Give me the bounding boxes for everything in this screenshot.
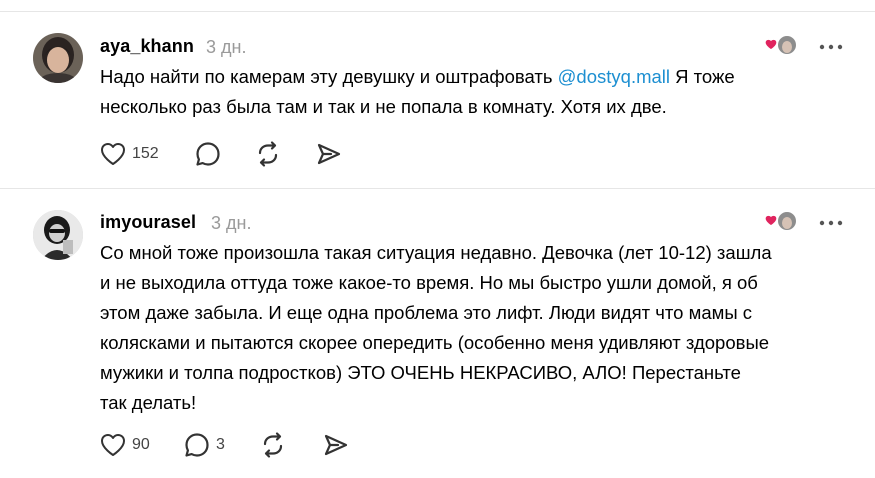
repost-button[interactable] [254,139,282,169]
username[interactable]: aya_khann [100,36,194,57]
more-options-button[interactable] [818,39,846,50]
send-paper-plane-icon [317,143,341,165]
reactors-stack[interactable] [764,33,798,57]
send-paper-plane-icon [324,434,348,456]
post-imyourasel: imyourasel 3 дн. Со мной тоже произошла … [0,188,875,478]
text-line: мужики и толпа подростков) ЭТО ОЧЕНЬ НЕК… [100,362,741,383]
heart-outline-icon [101,434,125,456]
mention-link[interactable]: @dostyq.mall [558,66,670,87]
reply-button[interactable] [194,139,222,169]
reply-button[interactable]: 3 [183,430,225,460]
text-segment: Я тоже [670,66,735,87]
action-bar: 152 [99,139,359,169]
action-bar: 90 3 [99,430,359,460]
repost-arrows-icon [263,432,283,458]
repost-button[interactable] [259,430,287,460]
timestamp: 3 дн. [211,213,252,233]
username[interactable]: imyourasel [100,212,196,233]
text-line: так делать! [100,392,197,413]
heart-filled-icon [765,215,777,225]
like-count: 152 [132,145,159,162]
reactors-stack[interactable] [764,209,798,233]
post-text: Со мной тоже произошла такая ситуация не… [100,238,850,418]
more-options-button[interactable] [818,215,846,226]
share-button[interactable] [322,430,350,460]
text-line: колясками и пытаются скорее опередить (о… [100,332,770,353]
avatar[interactable] [33,210,83,260]
text-segment: Надо найти по камерам эту девушку и оштр… [100,66,558,87]
reply-count: 3 [216,436,225,453]
like-button[interactable]: 90 [99,430,150,460]
text-line: Надо найти по камерам эту девушку и оштр… [100,62,850,92]
text-line: несколько раз была там и так и не попала… [100,96,667,117]
three-dots-icon [819,44,843,50]
like-count: 90 [132,436,150,453]
heart-filled-icon [765,39,777,49]
avatar[interactable] [33,33,83,83]
post-aya-khann: aya_khann 3 дн. Надо найти по камерам эт… [0,0,875,188]
avatar-image [33,210,83,260]
share-button[interactable] [315,139,343,169]
speech-bubble-icon [196,142,220,166]
three-dots-icon [819,220,843,226]
timestamp: 3 дн. [206,37,247,57]
heart-outline-icon [101,143,125,165]
text-line: этом даже забыла. И еще одна проблема эт… [100,302,753,323]
text-line: и не выходила оттуда тоже какое-то время… [100,272,758,293]
speech-bubble-icon [185,433,209,457]
like-button[interactable]: 152 [99,139,159,169]
avatar-image [33,33,83,83]
text-line: Со мной тоже произошла такая ситуация не… [100,242,772,263]
post-text: Надо найти по камерам эту девушку и оштр… [100,62,850,122]
repost-arrows-icon [258,141,278,167]
